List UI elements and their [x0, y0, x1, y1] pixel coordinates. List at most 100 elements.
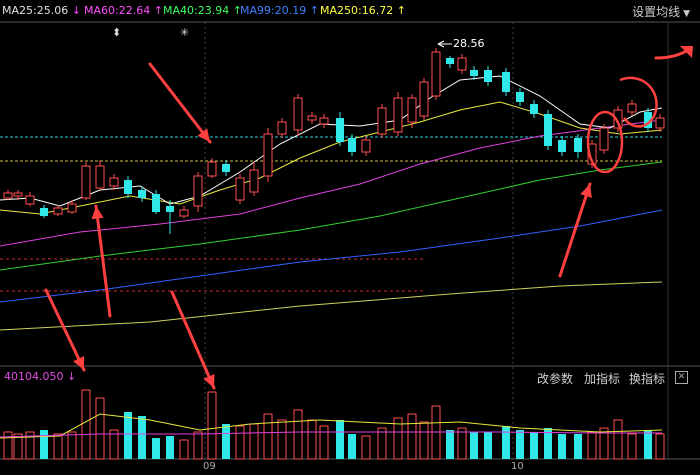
volume-header: 40104.050 ↓ 改参数 加指标 换指标 ✕: [0, 368, 700, 386]
volume-bar-down: [574, 434, 582, 459]
candlestick: [502, 68, 510, 96]
ma250-legend: MA250:16.72 ↑: [320, 4, 406, 17]
volume-bar-down: [530, 432, 538, 459]
volume-bar-down: [40, 430, 48, 459]
candle-body-up: [67, 203, 77, 213]
change-params-button[interactable]: 改参数: [537, 370, 573, 387]
annotation-swoosh: [654, 48, 690, 60]
candlestick: [53, 205, 63, 216]
candle-body-up: [109, 177, 119, 187]
candlestick: [124, 176, 132, 198]
volume-bar-up: [207, 391, 217, 460]
down-arrow-icon: ↓: [71, 4, 81, 17]
volume-bar-down: [166, 436, 174, 459]
volume-bar-up: [53, 433, 63, 460]
candlestick: [25, 192, 35, 206]
volume-bar-up: [587, 431, 597, 460]
switch-indicator-button[interactable]: 换指标: [629, 370, 665, 387]
candle-body-up: [3, 192, 13, 199]
volume-bar-down: [470, 432, 478, 459]
candle-body-up: [25, 195, 35, 205]
candle-body-down: [516, 92, 524, 102]
candle-body-up: [95, 165, 105, 189]
candlestick: [627, 100, 637, 116]
candle-body-up: [457, 57, 467, 71]
volume-bar-up: [293, 409, 303, 460]
candlestick: [516, 88, 524, 106]
candlestick: [655, 114, 665, 132]
candle-body-up: [431, 51, 441, 97]
ma-settings-button[interactable]: 设置均线 ▼: [632, 3, 690, 20]
volume-bar-down: [516, 430, 524, 459]
candlestick: [361, 136, 371, 156]
candle-body-up: [81, 165, 91, 199]
volume-bar-up: [249, 423, 259, 460]
volume-bar-down: [124, 412, 132, 459]
annotation-arrow: [148, 62, 212, 144]
close-icon[interactable]: ✕: [675, 371, 688, 384]
ma25-legend: MA25:25.06 ↓: [2, 4, 81, 17]
candle-body-up: [193, 175, 203, 207]
candle-body-down: [222, 164, 230, 172]
volume-bar-down: [336, 420, 344, 459]
candle-body-down: [166, 206, 174, 212]
candle-body-down: [336, 118, 344, 142]
x-axis-label-oct: 10: [511, 461, 524, 472]
volume-bar-down: [502, 426, 510, 459]
candle-body-up: [263, 133, 273, 177]
candle-body-down: [502, 72, 510, 92]
add-indicator-button[interactable]: 加指标: [584, 370, 620, 387]
annotation-arrow: [91, 204, 112, 318]
candlestick: [109, 174, 119, 190]
peak-price-label: 28.56: [453, 37, 485, 50]
arrow-shaft: [558, 182, 592, 278]
volume-value: 40104.050 ↓: [4, 370, 77, 383]
candlestick: [336, 112, 344, 146]
annotation-arrow: [558, 182, 592, 278]
volume-bar-up: [307, 419, 317, 460]
candle-body-down: [40, 208, 48, 216]
candlestick: [193, 172, 203, 212]
candlestick: [277, 118, 287, 138]
candle-body-down: [574, 138, 582, 152]
arrow-shaft: [148, 62, 212, 144]
annotation-arrow: [44, 288, 86, 372]
volume-bar-down: [348, 434, 356, 459]
volume-bar-down: [138, 416, 146, 459]
candlestick: [446, 56, 454, 68]
candle-body-up: [307, 115, 317, 121]
candlestick: [293, 94, 303, 136]
volume-bar-up: [377, 427, 387, 460]
candle-body-down: [152, 194, 160, 212]
arrow-shaft: [44, 288, 86, 372]
candle-body-down: [544, 114, 552, 146]
candlestick: [530, 100, 538, 118]
candle-body-up: [53, 207, 63, 215]
volume-bar-down: [484, 432, 492, 459]
volume-bar-down: [152, 438, 160, 459]
volume-bar-up: [179, 439, 189, 460]
volume-bar-up: [613, 419, 623, 460]
candlestick: [40, 205, 48, 218]
candlestick: [95, 160, 105, 190]
candle-body-down: [558, 140, 566, 152]
ma60-legend: MA60:22.64 ↑: [84, 4, 163, 17]
candle-body-down: [484, 70, 492, 82]
volume-bar-up: [3, 431, 13, 460]
volume-bar-up: [95, 397, 105, 460]
arrow-head-icon: [580, 184, 592, 198]
volume-bar-up: [81, 389, 91, 460]
kline-chart-canvas[interactable]: 28.56 ⬍ ✳: [0, 0, 700, 475]
candlestick: [574, 134, 582, 158]
volume-bar-up: [655, 433, 665, 460]
candle-body-up: [419, 81, 429, 117]
volume-bar-up: [235, 425, 245, 460]
candle-body-up: [319, 117, 329, 125]
x-axis-label-sep: 09: [203, 461, 216, 472]
candle-body-down: [124, 180, 132, 194]
ma250-line: [0, 281, 663, 331]
volume-bar-up: [193, 431, 203, 460]
candlestick: [431, 48, 441, 100]
down-arrow-icon: ↓: [67, 370, 77, 383]
volume-bar-up: [319, 425, 329, 460]
